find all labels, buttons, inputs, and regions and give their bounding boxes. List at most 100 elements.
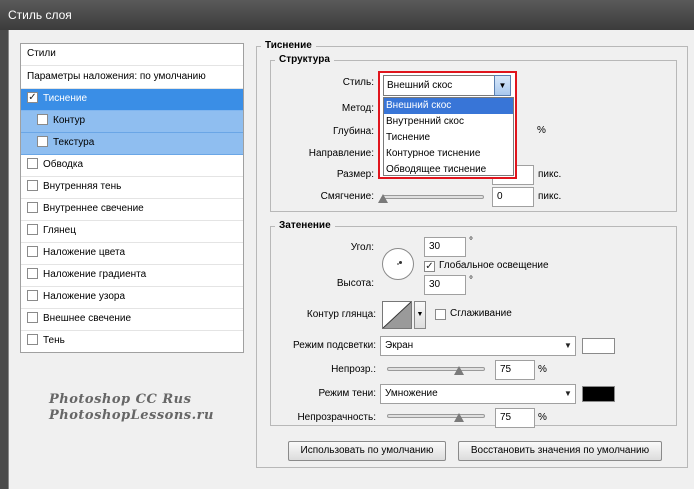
shadow-opacity-input[interactable]: 75 (495, 408, 535, 428)
shadow-opacity-slider-thumb[interactable] (454, 413, 464, 422)
sidebar-item-gradient-overlay[interactable]: Наложение градиента (21, 265, 243, 287)
soften-label: Смягчение: (320, 191, 374, 202)
style-option-pillow-emboss[interactable]: Контурное тиснение (384, 146, 513, 162)
highlight-opacity-slider[interactable] (387, 367, 485, 371)
highlight-mode-value: Экран (385, 340, 414, 351)
angle-dial-marker (399, 261, 402, 264)
soften-slider[interactable] (382, 195, 484, 199)
chevron-down-icon: ▼ (416, 311, 424, 318)
inner-shadow-checkbox[interactable] (27, 179, 38, 191)
style-select-value: Внешний скос (387, 80, 453, 91)
layer-style-dialog: Стили Параметры наложения: по умолчанию … (8, 30, 694, 489)
color-overlay-checkbox[interactable] (27, 245, 38, 257)
antialias-checkbox[interactable] (435, 309, 446, 320)
sidebar-item-label: Внутренняя тень (43, 181, 122, 192)
styles-list-panel: Стили Параметры наложения: по умолчанию … (20, 43, 244, 353)
sidebar-item-color-overlay[interactable]: Наложение цвета (21, 243, 243, 265)
shadow-opacity-unit: % (538, 412, 547, 423)
altitude-label: Высота: (336, 278, 374, 289)
sidebar-item-label: Контур (53, 115, 86, 126)
satin-checkbox[interactable] (27, 223, 38, 235)
bevel-checkbox[interactable]: ✓ (27, 91, 38, 103)
shadow-mode-label: Режим тени: (318, 388, 376, 399)
style-option-stroke-emboss[interactable]: Обводящее тиснение (384, 162, 513, 178)
highlight-mode-select[interactable]: Экран ▼ (380, 336, 576, 356)
method-label: Метод: (341, 103, 374, 114)
style-option-emboss[interactable]: Тиснение (384, 130, 513, 146)
styles-header-label: Стили (27, 48, 56, 59)
shadow-mode-select[interactable]: Умножение ▼ (380, 384, 576, 404)
shadow-color-swatch[interactable] (582, 386, 615, 402)
sidebar-item-bevel[interactable]: ✓ Тиснение (21, 89, 243, 111)
stroke-checkbox[interactable] (27, 157, 38, 169)
angle-input[interactable]: 30 (424, 237, 466, 257)
soften-unit: пикс. (538, 191, 562, 202)
angle-label: Угол: (350, 242, 374, 253)
watermark-line-1: Photoshop CC Rus (49, 392, 192, 407)
make-default-button[interactable]: Использовать по умолчанию (288, 441, 446, 461)
inner-glow-checkbox[interactable] (27, 201, 38, 213)
blending-options-label: Параметры наложения: по умолчанию (27, 71, 206, 82)
sidebar-item-pattern-overlay[interactable]: Наложение узора (21, 287, 243, 309)
gloss-contour-curve-icon (382, 301, 412, 329)
highlight-mode-label: Режим подсветки: (293, 340, 376, 351)
sidebar-item-contour[interactable]: Контур (21, 111, 243, 133)
shadow-mode-value: Умножение (385, 388, 438, 399)
pattern-overlay-checkbox[interactable] (27, 289, 38, 301)
sidebar-item-texture[interactable]: Текстура (21, 133, 243, 155)
soften-input[interactable]: 0 (492, 187, 534, 207)
sidebar-item-inner-shadow[interactable]: Внутренняя тень (21, 177, 243, 199)
outer-glow-checkbox[interactable] (27, 311, 38, 323)
bevel-group-title: Тиснение (261, 40, 316, 51)
style-option-inner-bevel[interactable]: Внутренний скос (384, 114, 513, 130)
sidebar-item-stroke[interactable]: Обводка (21, 155, 243, 177)
gloss-contour-dropdown-button[interactable]: ▼ (414, 301, 426, 329)
angle-dial-center (397, 263, 399, 265)
direction-label: Направление: (308, 148, 374, 159)
styles-header[interactable]: Стили (21, 44, 243, 66)
chevron-down-icon: ▼ (564, 389, 572, 398)
altitude-degree: ° (469, 275, 473, 286)
size-label: Размер: (336, 169, 374, 180)
highlight-opacity-label: Непрозр.: (331, 364, 376, 375)
contour-checkbox[interactable] (37, 113, 48, 125)
sidebar-item-inner-glow[interactable]: Внутреннее свечение (21, 199, 243, 221)
sidebar-item-label: Обводка (43, 159, 84, 170)
soften-slider-thumb[interactable] (378, 194, 388, 203)
highlight-color-swatch[interactable] (582, 338, 615, 354)
antialias-label: Сглаживание (450, 308, 512, 319)
chevron-down-icon: ▼ (564, 341, 572, 350)
style-dropdown-highlight: Внешний скос ▼ Внешний скос Внутренний с… (378, 71, 517, 179)
global-light-label: Глобальное освещение (439, 260, 549, 271)
highlight-opacity-input[interactable]: 75 (495, 360, 535, 380)
blending-options-item[interactable]: Параметры наложения: по умолчанию (21, 67, 243, 89)
chevron-down-icon[interactable]: ▼ (494, 75, 511, 96)
style-option-outer-bevel[interactable]: Внешний скос (384, 98, 513, 114)
shadow-opacity-label: Непрозрачность: (297, 412, 376, 423)
highlight-opacity-unit: % (538, 364, 547, 375)
window-title: Стиль слоя (8, 8, 72, 22)
shading-group-title: Затенение (275, 220, 335, 231)
sidebar-item-outer-glow[interactable]: Внешнее свечение (21, 309, 243, 331)
shadow-opacity-slider[interactable] (387, 414, 485, 418)
style-select[interactable]: Внешний скос ▼ (383, 75, 511, 96)
depth-label: Глубина: (333, 126, 374, 137)
sidebar-item-label: Глянец (43, 225, 76, 236)
highlight-opacity-slider-thumb[interactable] (454, 366, 464, 375)
window-title-bar: Стиль слоя (0, 0, 694, 30)
global-light-checkbox[interactable]: ✓ (424, 261, 435, 272)
sidebar-item-label: Наложение узора (43, 291, 126, 302)
sidebar-item-label: Внешнее свечение (43, 313, 132, 324)
sidebar-item-label: Внутреннее свечение (43, 203, 144, 214)
texture-checkbox[interactable] (37, 135, 48, 147)
altitude-input[interactable]: 30 (424, 275, 466, 295)
style-dropdown-list: Внешний скос Внутренний скос Тиснение Ко… (383, 97, 514, 176)
angle-dial[interactable] (382, 248, 414, 280)
watermark-line-2: PhotoshopLessons.ru (49, 408, 214, 423)
reset-default-button[interactable]: Восстановить значения по умолчанию (458, 441, 662, 461)
gradient-overlay-checkbox[interactable] (27, 267, 38, 279)
sidebar-item-drop-shadow[interactable]: Тень (21, 331, 243, 353)
sidebar-item-satin[interactable]: Глянец (21, 221, 243, 243)
drop-shadow-checkbox[interactable] (27, 333, 38, 345)
gloss-contour-preview[interactable] (382, 301, 412, 329)
